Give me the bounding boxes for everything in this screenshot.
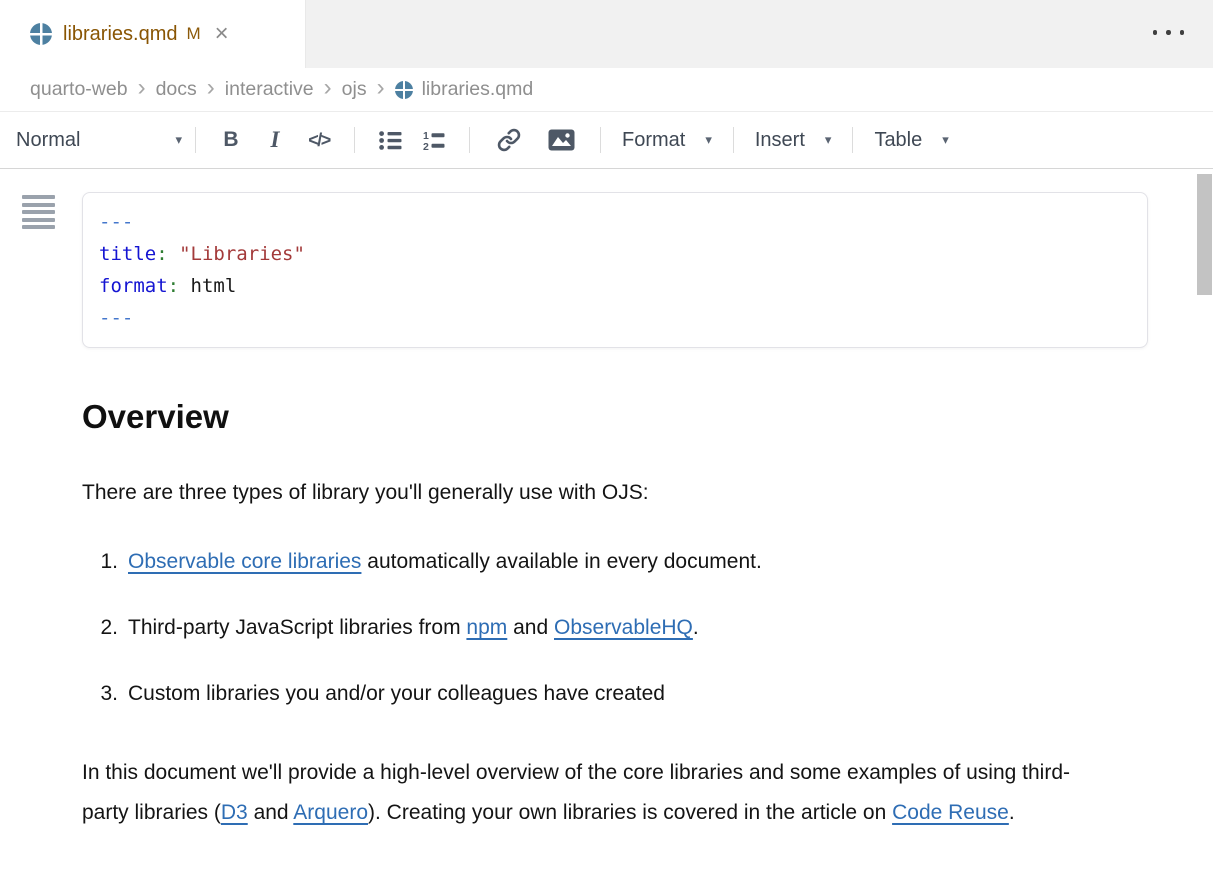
code-line: title: "Libraries" (99, 238, 1131, 270)
breadcrumb-item[interactable]: quarto-web (30, 78, 128, 101)
toolbar-divider (469, 127, 470, 153)
text-run: ). Creating your own libraries is covere… (368, 801, 892, 824)
more-actions-button[interactable] (1153, 30, 1185, 35)
text-run: . (1009, 801, 1015, 824)
tab-libraries-qmd[interactable]: libraries.qmd M × (0, 0, 306, 68)
breadcrumb-separator-icon: › (138, 76, 146, 103)
doc-link[interactable]: ObservableHQ (554, 616, 693, 639)
visual-editor-surface[interactable]: ---title: "Libraries"format: html--- Ove… (0, 169, 1213, 833)
text-run: Custom libraries you and/or your colleag… (128, 682, 665, 705)
paragraph-style-label: Normal (16, 129, 80, 152)
doc-link[interactable]: Arquero (293, 801, 368, 824)
intro-paragraph: There are three types of library you'll … (82, 480, 1213, 506)
text-run: and (248, 801, 294, 824)
chevron-down-icon: ▾ (175, 132, 182, 148)
toolbar-divider (733, 127, 734, 153)
doc-link[interactable]: Code Reuse (892, 801, 1009, 824)
table-menu[interactable]: Table ▾ (866, 129, 956, 152)
breadcrumb-separator-icon: › (207, 76, 215, 103)
link-icon (497, 128, 521, 152)
numbered-list-icon: 1 2 (423, 130, 446, 151)
text-run: and (507, 616, 554, 639)
code-line: --- (99, 302, 1131, 334)
list-item: 3. Custom libraries you and/or your colle… (82, 681, 1213, 707)
format-menu[interactable]: Format ▾ (614, 129, 720, 152)
tab-bar: libraries.qmd M × (0, 0, 1213, 68)
numbered-list-button[interactable]: 1 2 (412, 121, 456, 159)
format-menu-label: Format (622, 129, 685, 152)
table-menu-label: Table (874, 129, 922, 152)
scrollbar-thumb[interactable] (1197, 174, 1212, 295)
breadcrumb-item[interactable]: interactive (225, 78, 314, 101)
list-item-text: Custom libraries you and/or your colleag… (128, 681, 665, 707)
list-marker: 1. (82, 549, 118, 575)
list-item-text: Observable core libraries automatically … (128, 549, 762, 575)
block-drag-handle-icon[interactable] (22, 195, 55, 229)
chevron-down-icon: ▾ (705, 132, 712, 148)
bold-button[interactable]: B (209, 121, 253, 159)
image-button[interactable] (535, 121, 587, 159)
insert-menu[interactable]: Insert ▾ (747, 129, 840, 152)
breadcrumb-item[interactable]: docs (156, 78, 197, 101)
image-icon (548, 129, 575, 151)
toolbar-divider (195, 127, 196, 153)
insert-menu-label: Insert (755, 129, 805, 152)
scrollbar-track[interactable] (1196, 170, 1213, 889)
paragraph-style-select[interactable]: Normal ▾ (14, 129, 182, 152)
link-button[interactable] (483, 121, 535, 159)
breadcrumb-item[interactable]: libraries.qmd (395, 78, 534, 101)
section-heading: Overview (82, 396, 1213, 437)
closing-paragraph: In this document we'll provide a high-le… (82, 753, 1090, 833)
toolbar-divider (852, 127, 853, 153)
chevron-down-icon: ▾ (942, 132, 949, 148)
italic-button[interactable]: I (253, 121, 297, 159)
breadcrumb-item[interactable]: ojs (342, 78, 367, 101)
breadcrumb-separator-icon: › (324, 76, 332, 103)
breadcrumb-separator-icon: › (377, 76, 385, 103)
list-marker: 3. (82, 681, 118, 707)
numbered-list: 1. Observable core libraries automaticall… (82, 549, 1213, 707)
formatting-toolbar: Normal ▾ B I </> 1 2 (0, 112, 1213, 169)
list-item: 2. Third-party JavaScript libraries from … (82, 615, 1213, 641)
list-item-text: Third-party JavaScript libraries from np… (128, 615, 699, 641)
toolbar-divider (600, 127, 601, 153)
list-item: 1. Observable core libraries automaticall… (82, 549, 1213, 575)
breadcrumb: quarto-web › docs › interactive › ojs › librarie… (0, 68, 1213, 112)
text-run: automatically available in every documen… (361, 550, 761, 573)
modified-badge: M (186, 24, 200, 44)
svg-text:2: 2 (423, 141, 429, 151)
code-line: --- (99, 206, 1131, 238)
code-button[interactable]: </> (297, 121, 341, 159)
quarto-file-icon (30, 23, 52, 45)
bullet-list-button[interactable] (368, 121, 412, 159)
close-icon[interactable]: × (215, 22, 229, 46)
doc-link[interactable]: D3 (221, 801, 248, 824)
quarto-file-icon (395, 81, 413, 99)
text-run: Third-party JavaScript libraries from (128, 616, 466, 639)
text-run: . (693, 616, 699, 639)
chevron-down-icon: ▾ (825, 132, 832, 148)
code-line: format: html (99, 270, 1131, 302)
tab-title: libraries.qmd (63, 23, 177, 46)
bullet-list-icon (379, 130, 402, 151)
toolbar-divider (354, 127, 355, 153)
list-marker: 2. (82, 615, 118, 641)
tab-bar-empty-area (306, 0, 1213, 68)
doc-link[interactable]: npm (466, 616, 507, 639)
yaml-code-block[interactable]: ---title: "Libraries"format: html--- (82, 192, 1148, 348)
doc-link[interactable]: Observable core libraries (128, 550, 361, 573)
